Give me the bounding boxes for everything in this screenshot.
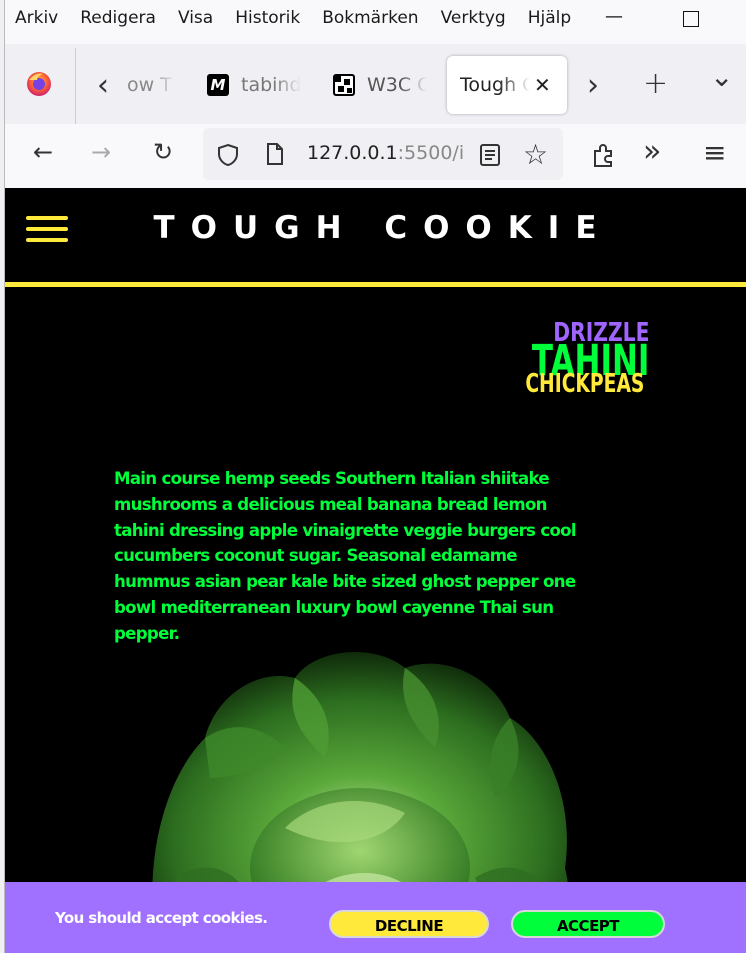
forward-icon[interactable]: → [91, 138, 111, 166]
menu-visa[interactable]: Visa [178, 8, 213, 28]
site-title: TOUGH COOKIE [153, 210, 613, 246]
tab-3[interactable]: W3C C [333, 56, 433, 114]
menu-redigera[interactable]: Redigera [80, 8, 156, 28]
intro-paragraph: Main course hemp seeds Southern Italian … [114, 469, 577, 643]
menu-historik[interactable]: Historik [235, 8, 300, 28]
tab-separator [75, 48, 76, 124]
tab-active-label: Tough C [460, 74, 530, 96]
reader-view-icon[interactable] [479, 143, 501, 167]
app-menu-icon[interactable]: ≡ [703, 136, 726, 169]
url-rest: :5500/i [397, 142, 465, 164]
menu-bokmarken[interactable]: Bokmärken [322, 8, 418, 28]
url-bar[interactable]: 127.0.0.1:5500/i ☆ [203, 128, 563, 180]
menu-bar: Arkiv Redigera Visa Historik Bokmärken V… [5, 0, 746, 36]
bookmark-star-icon[interactable]: ☆ [523, 138, 548, 171]
reload-icon[interactable]: ↻ [153, 138, 173, 166]
word-chickpeas: CHICKPEAS [524, 369, 644, 399]
new-tab-icon[interactable]: + [643, 66, 668, 101]
page-icon[interactable] [265, 142, 285, 166]
tab-3-favicon [333, 74, 355, 96]
url-host: 127.0.0.1 [307, 142, 398, 164]
tab-bar: ‹ ow T M tabind W3C C Tough C ✕ › + ⌄ [5, 44, 746, 124]
accept-cookies-button[interactable]: ACCEPT [511, 910, 665, 938]
tab-1-label: ow T [127, 74, 172, 96]
maximize-button[interactable] [683, 11, 699, 27]
tab-active[interactable]: Tough C ✕ [447, 56, 567, 114]
cookie-banner: You should accept cookies. DECLINE ACCEP… [5, 882, 746, 953]
shield-icon[interactable] [217, 143, 239, 167]
tab-3-label: W3C C [367, 74, 427, 96]
web-page: TOUGH COOKIE DRIZZLE TAHINI CHICKPEAS Ma… [5, 188, 746, 953]
overflow-menu-icon[interactable]: » [643, 134, 661, 169]
url-text[interactable]: 127.0.0.1:5500/i [307, 142, 467, 164]
header-divider [5, 282, 746, 287]
navigation-toolbar: ← → ↻ 127.0.0.1:5500/i ☆ » ≡ [5, 124, 746, 188]
menu-hjalp[interactable]: Hjälp [528, 8, 571, 28]
minimize-button[interactable]: — [605, 6, 623, 27]
back-icon[interactable]: ← [33, 138, 53, 166]
extensions-icon[interactable] [590, 142, 616, 168]
browser-window: Arkiv Redigera Visa Historik Bokmärken V… [4, 0, 746, 953]
word-stack: DRIZZLE TAHINI CHICKPEAS [479, 320, 649, 397]
firefox-icon[interactable] [25, 70, 53, 98]
scroll-tabs-right-icon[interactable]: › [587, 68, 599, 103]
menu-arkiv[interactable]: Arkiv [15, 8, 58, 28]
scroll-tabs-left-icon[interactable]: ‹ [97, 68, 109, 103]
menu-verktyg[interactable]: Verktyg [441, 8, 506, 28]
list-all-tabs-icon[interactable]: ⌄ [710, 60, 733, 93]
close-tab-icon[interactable]: ✕ [534, 73, 551, 97]
decline-cookies-button[interactable]: DECLINE [329, 910, 489, 938]
tab-1[interactable]: ow T [127, 56, 177, 114]
tab-2-label: tabind [241, 74, 301, 96]
tab-2-favicon: M [207, 74, 229, 96]
tab-2[interactable]: M tabind [207, 56, 307, 114]
cookie-message: You should accept cookies. [55, 909, 268, 927]
